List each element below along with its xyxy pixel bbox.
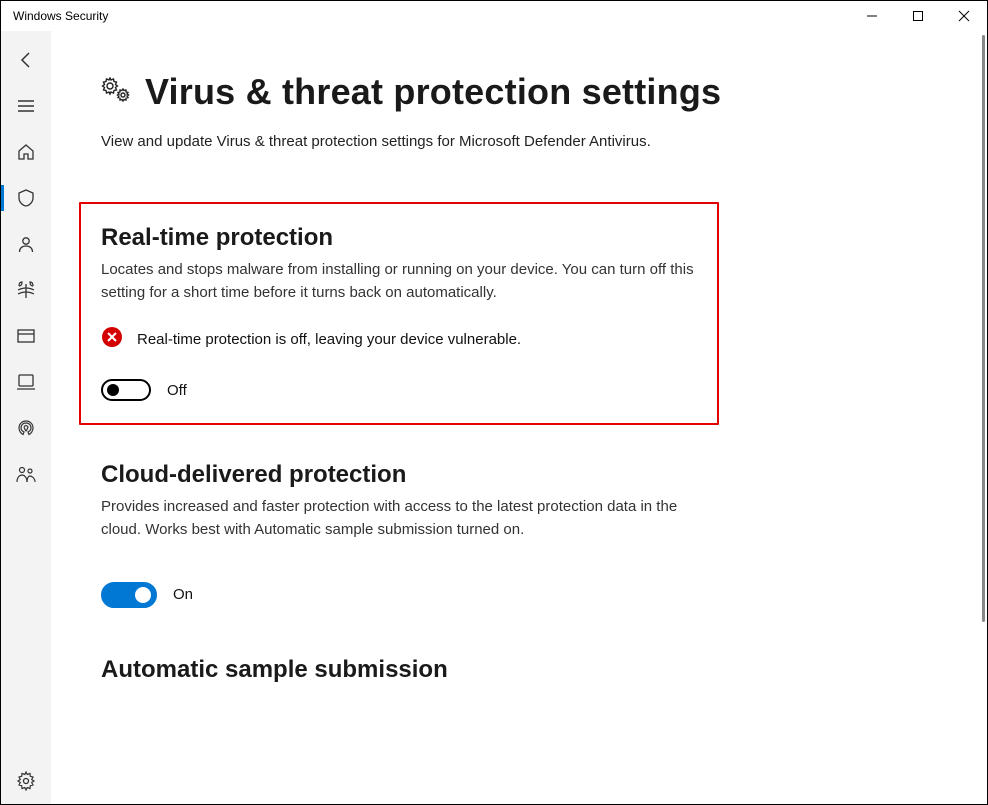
back-button[interactable]	[1, 37, 51, 83]
titlebar: Windows Security	[1, 1, 987, 31]
window-title: Windows Security	[13, 9, 108, 23]
sidebar-item-virus-protection[interactable]	[1, 175, 51, 221]
menu-button[interactable]	[1, 83, 51, 129]
sidebar-item-family-options[interactable]	[1, 451, 51, 497]
gears-icon	[101, 77, 131, 108]
window-controls	[849, 1, 987, 31]
content-area: Virus & threat protection settings View …	[51, 31, 987, 804]
sidebar-item-device-security[interactable]	[1, 359, 51, 405]
page-subtitle: View and update Virus & threat protectio…	[101, 131, 661, 154]
sidebar-item-settings[interactable]	[1, 758, 51, 804]
realtime-warning: Real-time protection is off, leaving you…	[137, 331, 521, 348]
minimize-button[interactable]	[849, 1, 895, 31]
maximize-button[interactable]	[895, 1, 941, 31]
cloud-protection-section: Cloud-delivered protection Provides incr…	[101, 461, 761, 608]
close-button[interactable]	[941, 1, 987, 31]
auto-submit-section: Automatic sample submission	[101, 656, 761, 684]
cloud-toggle-label: On	[173, 586, 193, 603]
realtime-desc: Locates and stops malware from installin…	[101, 258, 697, 305]
realtime-protection-section: Real-time protection Locates and stops m…	[79, 202, 719, 426]
sidebar-item-firewall[interactable]	[1, 267, 51, 313]
sidebar-item-account-protection[interactable]	[1, 221, 51, 267]
sidebar-item-app-browser-control[interactable]	[1, 313, 51, 359]
sidebar-item-device-performance[interactable]	[1, 405, 51, 451]
realtime-toggle-label: Off	[167, 382, 187, 399]
cloud-title: Cloud-delivered protection	[101, 461, 761, 489]
cloud-toggle[interactable]	[101, 582, 157, 608]
error-icon	[101, 326, 123, 353]
cloud-desc: Provides increased and faster protection…	[101, 495, 701, 542]
realtime-title: Real-time protection	[101, 224, 697, 252]
sidebar	[1, 31, 51, 804]
auto-submit-title: Automatic sample submission	[101, 656, 761, 684]
scrollbar[interactable]	[982, 35, 985, 622]
sidebar-item-home[interactable]	[1, 129, 51, 175]
page-title: Virus & threat protection settings	[145, 71, 721, 113]
realtime-toggle[interactable]	[101, 379, 151, 401]
